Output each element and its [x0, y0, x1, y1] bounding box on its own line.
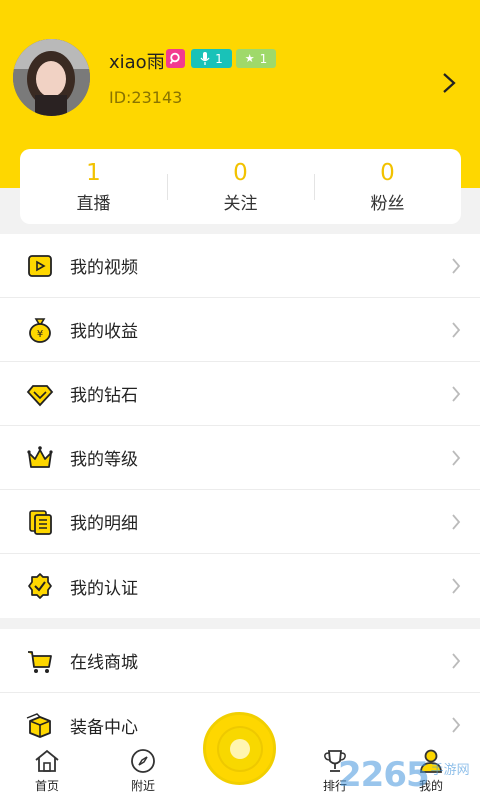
search-badge — [166, 49, 185, 68]
tab-label: 首页 — [34, 779, 59, 793]
chevron-right-icon — [452, 450, 461, 466]
stat-following-count: 0 — [233, 159, 248, 186]
document-icon — [29, 510, 52, 535]
menu-label: 我的等级 — [70, 450, 138, 470]
chevron-right-icon — [452, 258, 461, 274]
stat-following-label: 关注 — [223, 193, 258, 214]
user-level-value: 1 — [259, 51, 268, 66]
money-bag-icon: ¥ — [29, 318, 51, 343]
chevron-right-icon — [452, 653, 461, 669]
box-icon — [26, 713, 51, 738]
start-live-button[interactable] — [203, 712, 276, 785]
stat-fans-label: 粉丝 — [370, 193, 405, 214]
watermark: 2265 手游网 — [338, 750, 478, 800]
stat-live-label: 直播 — [76, 193, 111, 214]
stat-live-count: 1 — [86, 159, 101, 186]
chevron-right-icon — [452, 514, 461, 530]
menu-item-online-mall[interactable]: 在线商城 — [0, 629, 480, 693]
menu-label: 我的钻石 — [70, 386, 138, 406]
stat-fans-count: 0 — [380, 159, 395, 186]
verified-badge-icon — [28, 573, 52, 599]
menu-label: 装备中心 — [70, 717, 138, 738]
menu-item-my-diamonds[interactable]: 我的钻石 — [0, 362, 480, 426]
avatar[interactable] — [13, 39, 90, 116]
user-level-badge: ★ 1 — [236, 49, 276, 68]
menu-item-my-verification[interactable]: 我的认证 — [0, 554, 480, 618]
chevron-right-icon — [452, 386, 461, 402]
menu-item-my-videos[interactable]: 我的视频 — [0, 234, 480, 298]
menu-label: 我的认证 — [70, 578, 138, 599]
star-icon: ★ — [244, 52, 255, 65]
chevron-right-icon — [452, 578, 461, 594]
menu-label: 我的明细 — [70, 514, 138, 534]
menu-label: 在线商城 — [70, 653, 138, 673]
tab-nearby[interactable]: 附近 — [111, 744, 175, 800]
stat-live[interactable]: 1 直播 — [20, 149, 167, 224]
watermark-number: 2265 — [338, 755, 430, 795]
anchor-level-value: 1 — [215, 51, 223, 66]
menu-item-my-details[interactable]: 我的明细 — [0, 490, 480, 554]
username: xiao雨 — [109, 52, 165, 73]
tab-label: 附近 — [130, 779, 155, 793]
microphone-icon — [200, 52, 210, 65]
user-id: ID:23143 — [109, 88, 183, 107]
cart-icon — [28, 651, 52, 673]
menu-item-my-earnings[interactable]: ¥ 我的收益 — [0, 298, 480, 362]
watermark-text: 手游网 — [430, 762, 470, 778]
chevron-right-icon — [452, 322, 461, 338]
menu-item-my-level[interactable]: 我的等级 — [0, 426, 480, 490]
chevron-right-icon — [452, 717, 461, 733]
tab-home[interactable]: 首页 — [15, 744, 79, 800]
menu-label: 我的收益 — [70, 322, 138, 342]
live-dot — [229, 738, 250, 759]
video-icon — [28, 255, 52, 277]
compass-icon — [131, 749, 155, 773]
anchor-level-badge: 1 — [191, 49, 232, 68]
svg-text:¥: ¥ — [37, 329, 43, 340]
menu-group-account: 我的视频 ¥ 我的收益 我的钻石 我的等级 我的明细 我的认证 — [0, 234, 480, 618]
magnify-icon — [169, 52, 180, 64]
crown-icon — [27, 446, 53, 468]
stat-fans[interactable]: 0 粉丝 — [314, 149, 461, 224]
stat-following[interactable]: 0 关注 — [167, 149, 314, 224]
menu-label: 我的视频 — [70, 258, 138, 278]
chevron-right-icon[interactable] — [440, 71, 458, 95]
diamond-icon — [26, 385, 54, 407]
stats-card: 1 直播 0 关注 0 粉丝 — [20, 149, 461, 224]
live-ring-icon — [216, 725, 263, 772]
home-icon — [35, 749, 59, 772]
